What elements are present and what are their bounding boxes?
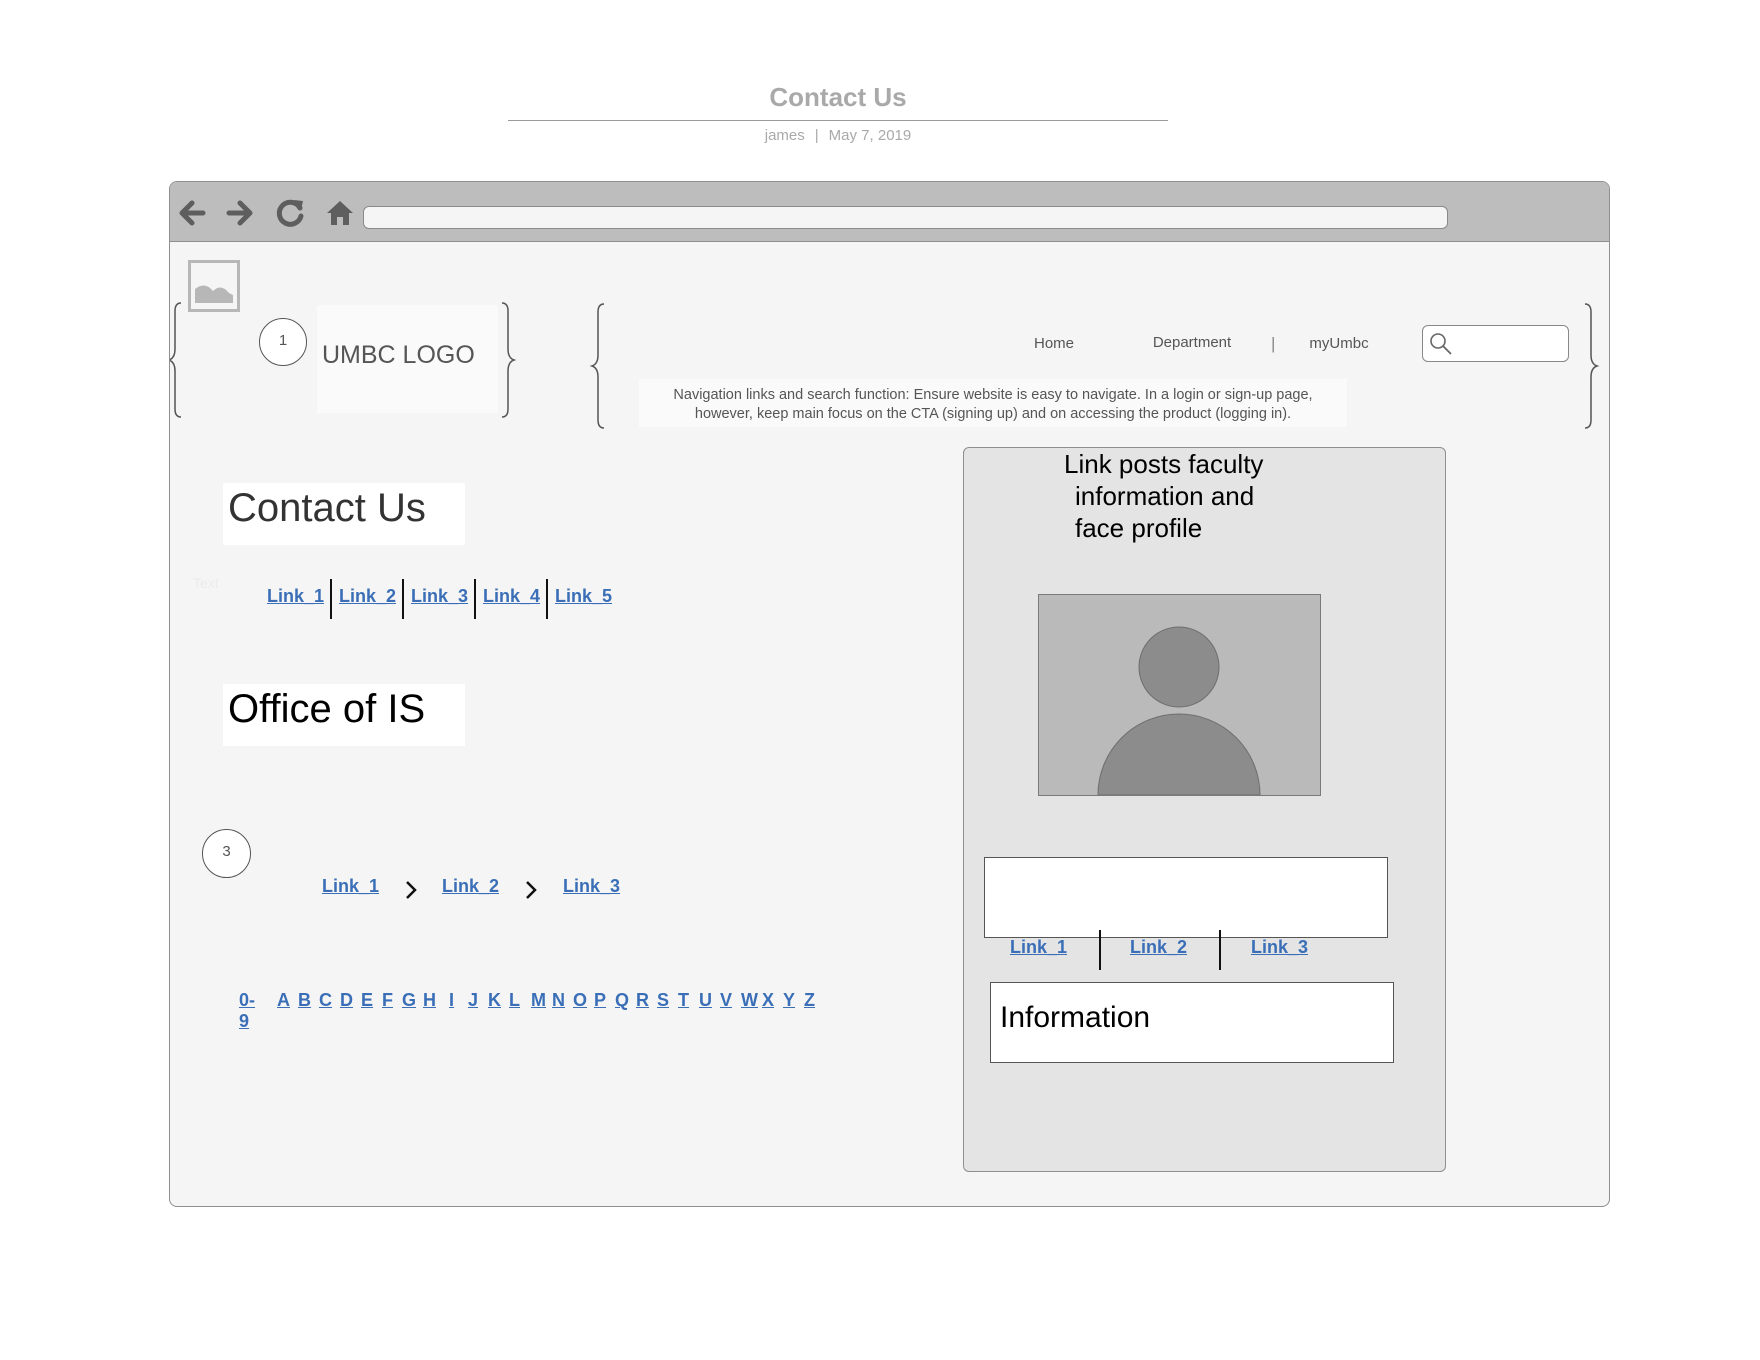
link-bar-item[interactable]: Link_1 (267, 586, 324, 607)
faculty-profile-panel: Link posts faculty information and face … (963, 447, 1446, 1172)
panel-link[interactable]: Link_1 (1010, 937, 1067, 958)
alphabet-link[interactable]: I (449, 990, 454, 1011)
image-icon (188, 260, 240, 312)
placeholder-text: Text (193, 575, 219, 591)
profile-photo[interactable] (1038, 594, 1321, 796)
panel-caption-line: information and (1075, 481, 1255, 511)
alphabet-link[interactable]: 0-9 (239, 990, 255, 1032)
alphabet-link[interactable]: U (699, 990, 712, 1011)
home-icon[interactable] (322, 196, 358, 230)
chevron-right-icon (526, 881, 537, 899)
alphabet-link[interactable]: E (361, 990, 373, 1011)
arrow-right-icon[interactable] (222, 196, 258, 230)
url-bar[interactable] (363, 206, 1448, 229)
alphabet-link[interactable]: Y (783, 990, 795, 1011)
browser-window: 1 UMBC LOGO Home Department | myUmbc Nav… (169, 181, 1610, 1207)
information-box: Information (990, 982, 1394, 1063)
annotation-badge-1: 1 (259, 318, 307, 366)
meta-separator: | (814, 127, 819, 144)
alphabet-link[interactable]: M (531, 990, 546, 1011)
link-divider (1099, 930, 1101, 970)
nav-annotation-note: Navigation links and search function: En… (673, 387, 1313, 422)
nav-link-myumbc[interactable]: myUmbc (1289, 335, 1389, 352)
alphabet-link[interactable]: T (678, 990, 689, 1011)
author: james (764, 127, 805, 144)
link-bar-item[interactable]: Link_4 (483, 586, 540, 607)
information-label: Information (1000, 1001, 1151, 1034)
alphabet-link[interactable]: J (468, 990, 478, 1011)
nav-divider: | (1271, 334, 1276, 353)
link-divider (546, 579, 548, 619)
alphabet-link[interactable]: N (552, 990, 565, 1011)
search-icon (1430, 333, 1452, 355)
link-bar-item[interactable]: Link_5 (555, 586, 612, 607)
link-divider (402, 579, 404, 619)
breadcrumb-link[interactable]: Link_1 (322, 876, 379, 897)
alphabet-link[interactable]: R (636, 990, 649, 1011)
link-bar-item[interactable]: Link_2 (339, 586, 396, 607)
alphabet-link[interactable]: Q (615, 990, 629, 1011)
user-avatar-icon (1097, 626, 1261, 795)
alphabet-link[interactable]: X (762, 990, 774, 1011)
alphabet-link[interactable]: C (319, 990, 332, 1011)
alphabet-link[interactable]: O (573, 990, 587, 1011)
panel-caption-line: face profile (1075, 513, 1203, 543)
reload-icon[interactable] (273, 196, 309, 230)
document-title: Contact Us (769, 82, 907, 112)
arrow-left-icon[interactable] (174, 196, 210, 230)
document-date: May 7, 2019 (828, 127, 912, 144)
nav-link-department[interactable]: Department (1132, 334, 1252, 351)
contact-heading: Contact Us (228, 486, 426, 530)
alphabet-link[interactable]: P (594, 990, 606, 1011)
search-input[interactable] (1422, 325, 1569, 362)
alphabet-link[interactable]: H (423, 990, 436, 1011)
right-brace (501, 302, 517, 418)
logo[interactable]: UMBC LOGO (322, 341, 475, 370)
office-heading: Office of IS (228, 687, 426, 731)
link-bar-item[interactable]: Link_3 (411, 586, 468, 607)
panel-caption-line: Link posts faculty (1064, 449, 1264, 479)
alphabet-link[interactable]: G (402, 990, 416, 1011)
alphabet-link[interactable]: K (488, 990, 501, 1011)
title-divider (508, 120, 1168, 121)
alphabet-link[interactable]: B (298, 990, 311, 1011)
breadcrumb-link[interactable]: Link_3 (563, 876, 620, 897)
panel-link[interactable]: Link_2 (1130, 937, 1187, 958)
breadcrumb-link[interactable]: Link_2 (442, 876, 499, 897)
alphabet-link[interactable]: V (720, 990, 732, 1011)
panel-caption: Link posts faculty information and face … (1064, 448, 1263, 544)
browser-toolbar (170, 182, 1609, 242)
alphabet-link[interactable]: A (277, 990, 290, 1011)
alphabet-link[interactable]: Z (804, 990, 815, 1011)
nav-left-brace (589, 303, 605, 429)
link-divider (474, 579, 476, 619)
chevron-right-icon (406, 881, 417, 899)
alphabet-link[interactable]: F (382, 990, 393, 1011)
profile-text-field[interactable] (984, 857, 1388, 938)
alphabet-link[interactable]: L (509, 990, 520, 1011)
annotation-badge-3: 3 (202, 829, 251, 878)
nav-right-brace (1584, 303, 1600, 429)
alphabet-link[interactable]: D (340, 990, 353, 1011)
nav-link-home[interactable]: Home (1009, 335, 1099, 352)
link-divider (330, 579, 332, 619)
link-divider (1219, 930, 1221, 970)
document-meta: james | May 7, 2019 (508, 127, 1168, 144)
alphabet-link[interactable]: W (741, 990, 758, 1011)
panel-link[interactable]: Link_3 (1251, 937, 1308, 958)
left-brace (170, 302, 182, 418)
alphabet-link[interactable]: S (657, 990, 669, 1011)
